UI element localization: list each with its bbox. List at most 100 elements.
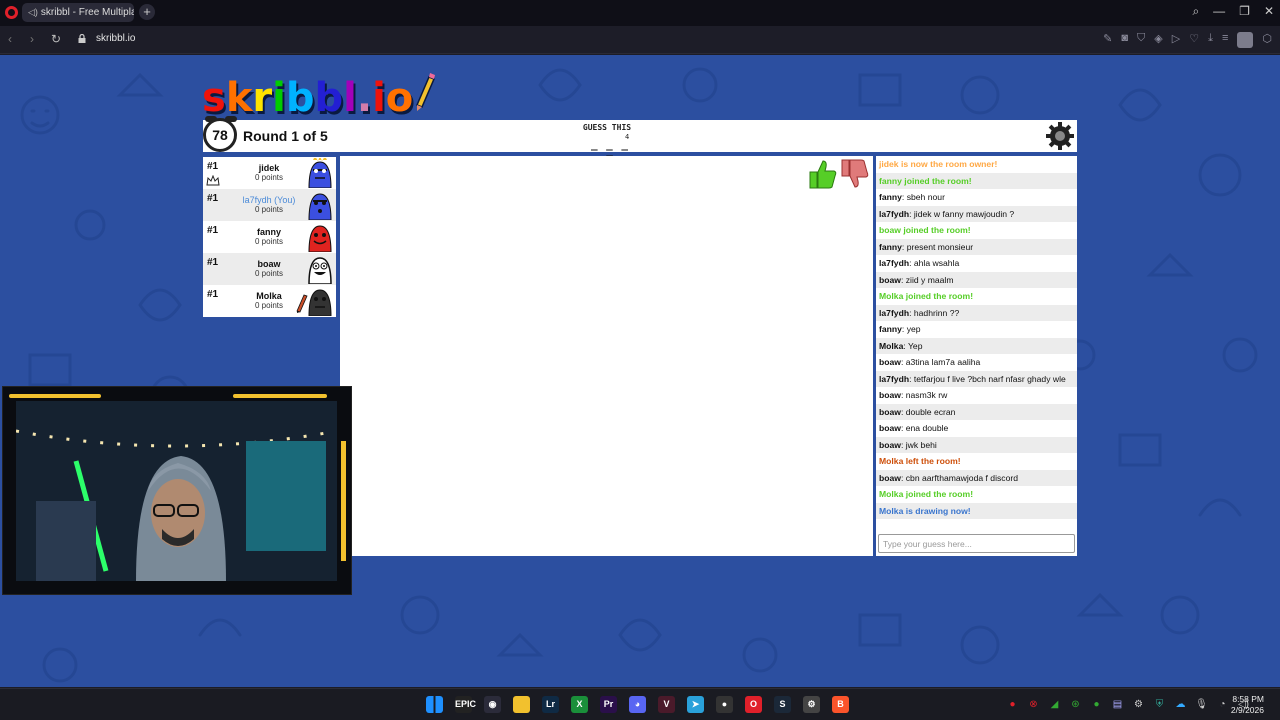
- edit-icon[interactable]: ✎: [1103, 32, 1112, 48]
- record-icon[interactable]: ●: [1006, 698, 1019, 711]
- word-hint-area: GUESS THIS 4 _ _ _ _: [581, 123, 633, 156]
- shield-icon[interactable]: ⛉: [1137, 32, 1145, 48]
- chat-message: boaw joined the room!: [879, 225, 971, 235]
- browser-tab-bar: ◁)skribbl - Free Multiplayer + ⌕ — ❐ ✕: [0, 0, 1280, 26]
- forward-icon[interactable]: ›: [30, 32, 34, 46]
- chat-text: jwk behi: [905, 439, 937, 450]
- reload-icon[interactable]: ↻: [51, 32, 61, 46]
- settings-app-icon[interactable]: ⚙: [803, 696, 820, 713]
- chat-username: la7fydh: [879, 258, 910, 268]
- premiere-icon[interactable]: Pr: [600, 696, 617, 713]
- player-rank: #1: [207, 225, 219, 236]
- display-icon[interactable]: ▤: [1111, 698, 1124, 711]
- logo-letter: b: [285, 75, 315, 121]
- menu-icon[interactable]: ≡: [1222, 32, 1228, 48]
- vpn-icon[interactable]: ◈: [1154, 32, 1162, 48]
- discord-icon[interactable]: ◕: [629, 696, 646, 713]
- webcam-frame-accent: [233, 394, 327, 398]
- microphone-icon[interactable]: 🎙︎: [1195, 698, 1208, 711]
- player-points: 0 points: [254, 173, 284, 182]
- chat-text: yep: [906, 324, 921, 334]
- skribbl-logo[interactable]: skribbl.io: [202, 71, 436, 121]
- steam-icon[interactable]: S: [774, 696, 791, 713]
- search-tabs-icon[interactable]: ⌕: [1192, 4, 1199, 19]
- gear-tray-icon[interactable]: ⚙: [1132, 698, 1145, 711]
- opera-logo-icon[interactable]: [5, 6, 18, 19]
- minimize-icon[interactable]: —: [1213, 4, 1225, 19]
- timer-clock: 78: [203, 118, 237, 152]
- new-tab-button[interactable]: +: [139, 4, 155, 20]
- player-points: 0 points: [254, 237, 284, 246]
- davinci-icon[interactable]: ◉: [484, 696, 501, 713]
- nvidia-icon[interactable]: ◢: [1048, 698, 1061, 711]
- extensions-icon[interactable]: ⬡: [1262, 32, 1272, 48]
- webcam-frame-accent: [9, 394, 101, 398]
- chat-message: la7fydh: ahla wsahla: [876, 255, 1077, 272]
- speaker-icon[interactable]: ◁): [28, 7, 38, 17]
- heart-icon[interactable]: ♡: [1189, 32, 1199, 48]
- chat-message: Molka left the room!: [879, 456, 961, 466]
- player-row[interactable]: #1 fanny 0 points: [203, 221, 336, 253]
- guess-input[interactable]: [878, 534, 1075, 553]
- chat-text: ena double: [905, 423, 949, 433]
- player-points: 0 points: [254, 205, 284, 214]
- logo-letter: r: [252, 75, 273, 121]
- chat-message: la7fydh: tetfarjou f live ?bch narf nfas…: [876, 370, 1077, 387]
- taskbar-time: 8:58 PM: [1232, 694, 1264, 704]
- player-row[interactable]: #1 la7fydh (You) 0 points: [203, 189, 336, 221]
- network-app-icon[interactable]: ●: [1090, 698, 1103, 711]
- camera-icon[interactable]: ◙: [1121, 32, 1128, 48]
- opera-icon[interactable]: O: [745, 696, 762, 713]
- chat-username: boaw: [879, 423, 901, 433]
- guess-this-label: GUESS THIS: [582, 123, 632, 132]
- player-row[interactable]: #1 jidek 0 points: [203, 157, 336, 189]
- defender-icon[interactable]: ⛨: [1153, 698, 1166, 711]
- xbox-tray-icon[interactable]: ⊛: [1069, 698, 1082, 711]
- chat-text: ahla wsahla: [913, 258, 960, 268]
- window-controls: ⌕ — ❐ ✕: [1192, 4, 1274, 19]
- vegas-icon[interactable]: V: [658, 696, 675, 713]
- owner-crown-icon: [206, 175, 220, 186]
- chat-text: jidek w fanny mawjoudin ?: [913, 208, 1015, 219]
- windows-taskbar: EPIC ◉ Lr X Pr ◕ V ➤ ● O S ⚙ B ● ⊗ ◢ ⊛ ● ▤ ⚙ ⛨ ☁ 🎙︎ …: [0, 688, 1280, 720]
- drawing-canvas[interactable]: [340, 156, 873, 556]
- cloud-icon[interactable]: ☁: [1174, 698, 1187, 711]
- telegram-icon[interactable]: ➤: [687, 696, 704, 713]
- play-icon[interactable]: ▷: [1172, 32, 1180, 48]
- url-field[interactable]: skribbl.io: [96, 33, 135, 44]
- taskbar-clock[interactable]: 8:58 PM 2/9/2026: [1231, 694, 1264, 716]
- chat-username: fanny: [879, 324, 902, 334]
- streamer-silhouette: [16, 401, 337, 581]
- back-icon[interactable]: ‹: [8, 32, 12, 46]
- opera-gx-icon[interactable]: ⊗: [1027, 698, 1040, 711]
- chat-username: la7fydh: [879, 208, 910, 219]
- close-window-icon[interactable]: ✕: [1264, 4, 1274, 19]
- chat-message: boaw: ziid y maalm: [876, 271, 1077, 288]
- player-name: jidek: [258, 163, 280, 173]
- browser-tab-skribbl[interactable]: ◁)skribbl - Free Multiplayer: [22, 3, 134, 22]
- player-row[interactable]: #1 boaw 0 points: [203, 253, 336, 285]
- xbox-icon[interactable]: X: [571, 696, 588, 713]
- chat-message: la7fydh: hadhrinn ??: [876, 304, 1077, 321]
- chat-message: Molka: Yep: [876, 337, 1077, 354]
- thumbs-up-icon[interactable]: [808, 158, 838, 190]
- obs-icon[interactable]: ●: [716, 696, 733, 713]
- chat-username: boaw: [879, 274, 901, 285]
- chat-message: boaw: a3tina lam7a aaliha: [876, 354, 1077, 371]
- chat-message: boaw: cbn aarfthamawjoda f discord: [876, 469, 1077, 486]
- epic-games-icon[interactable]: EPIC: [455, 696, 476, 713]
- wifi-icon[interactable]: ◔: [1216, 698, 1229, 711]
- download-icon[interactable]: ⤓: [1208, 32, 1213, 48]
- brave-icon[interactable]: B: [832, 696, 849, 713]
- profile-avatar[interactable]: [1237, 32, 1254, 48]
- chat-text: cbn aarfthamawjoda f discord: [905, 472, 1019, 483]
- lightroom-icon[interactable]: Lr: [542, 696, 559, 713]
- maximize-icon[interactable]: ❐: [1239, 4, 1250, 19]
- file-explorer-icon[interactable]: [513, 696, 530, 713]
- thumbs-down-icon[interactable]: [840, 158, 870, 190]
- settings-gear-icon[interactable]: [1045, 121, 1075, 151]
- player-avatar: [308, 193, 332, 220]
- windows-start-icon[interactable]: [426, 696, 443, 713]
- player-row[interactable]: #1 Molka 0 points: [203, 285, 336, 317]
- chat-message: boaw: jwk behi: [876, 436, 1077, 453]
